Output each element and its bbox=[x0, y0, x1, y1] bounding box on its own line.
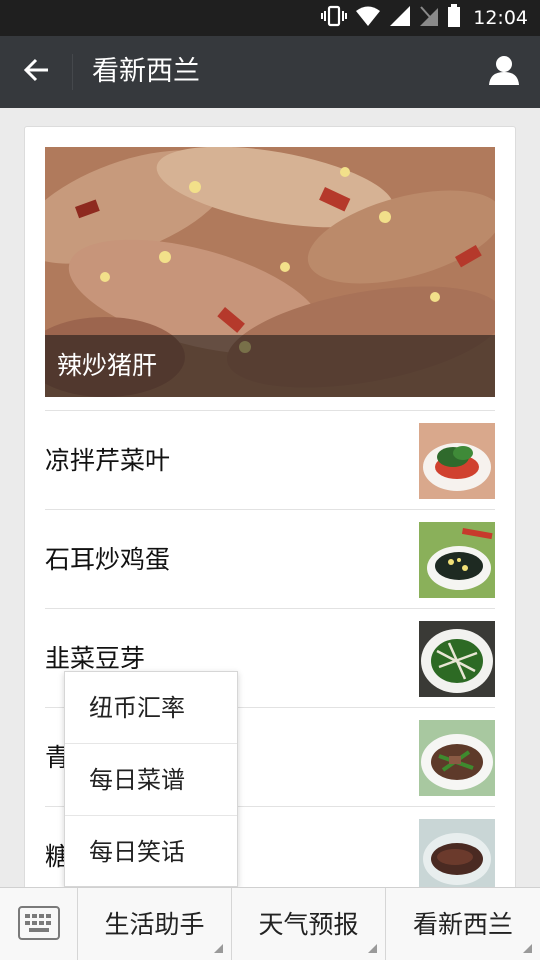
list-item-thumbnail bbox=[419, 522, 495, 598]
cover-title: 辣炒猪肝 bbox=[45, 335, 495, 397]
menu-button-nz-news[interactable]: 看新西兰 bbox=[386, 888, 540, 960]
list-item-thumbnail bbox=[419, 423, 495, 499]
status-bar: 12:04 bbox=[0, 0, 540, 36]
list-item-title: 石耳炒鸡蛋 bbox=[45, 545, 171, 574]
menu-button-label: 看新西兰 bbox=[412, 910, 513, 939]
list-item-thumbnail bbox=[419, 621, 495, 697]
submenu-item-daily-joke[interactable]: 每日笑话 bbox=[65, 816, 237, 888]
menu-button-life-assistant[interactable]: 生活助手 bbox=[78, 888, 232, 960]
cover-article[interactable]: 辣炒猪肝 bbox=[45, 147, 495, 397]
status-icons: 12:04 bbox=[321, 0, 528, 36]
list-item-thumbnail bbox=[419, 720, 495, 796]
submenu-indicator-icon bbox=[214, 944, 223, 953]
submenu-item-daily-recipe[interactable]: 每日菜谱 bbox=[65, 744, 237, 816]
menu-button-label: 天气预报 bbox=[258, 910, 359, 939]
title-bar: 看新西兰 bbox=[0, 36, 540, 108]
page-title: 看新西兰 bbox=[92, 56, 200, 87]
submenu-item-nzd-rate[interactable]: 纽币汇率 bbox=[65, 672, 237, 744]
signal-icon bbox=[389, 5, 411, 31]
list-item[interactable]: 凉拌芹菜叶 bbox=[45, 410, 495, 509]
menu-button-weather[interactable]: 天气预报 bbox=[232, 888, 386, 960]
list-item-title: 凉拌芹菜叶 bbox=[45, 446, 171, 475]
battery-icon bbox=[447, 4, 461, 32]
submenu-indicator-icon bbox=[368, 944, 377, 953]
bottom-menu: 生活助手 天气预报 看新西兰 bbox=[0, 887, 540, 960]
back-arrow-icon bbox=[22, 56, 50, 88]
submenu-popup: 纽币汇率 每日菜谱 每日笑话 bbox=[64, 671, 238, 887]
vibrate-icon bbox=[321, 5, 348, 31]
person-icon bbox=[488, 54, 520, 90]
keyboard-toggle-button[interactable] bbox=[0, 888, 78, 960]
submenu-indicator-icon bbox=[523, 944, 532, 953]
back-button[interactable] bbox=[14, 50, 58, 94]
list-item-thumbnail bbox=[419, 819, 495, 895]
menu-button-label: 生活助手 bbox=[104, 910, 205, 939]
status-time: 12:04 bbox=[473, 7, 528, 29]
keyboard-icon bbox=[17, 905, 60, 944]
list-item[interactable]: 石耳炒鸡蛋 bbox=[45, 509, 495, 608]
title-divider bbox=[72, 54, 73, 90]
profile-button[interactable] bbox=[482, 50, 526, 94]
no-sim-icon bbox=[419, 5, 439, 31]
wifi-icon bbox=[355, 5, 381, 31]
